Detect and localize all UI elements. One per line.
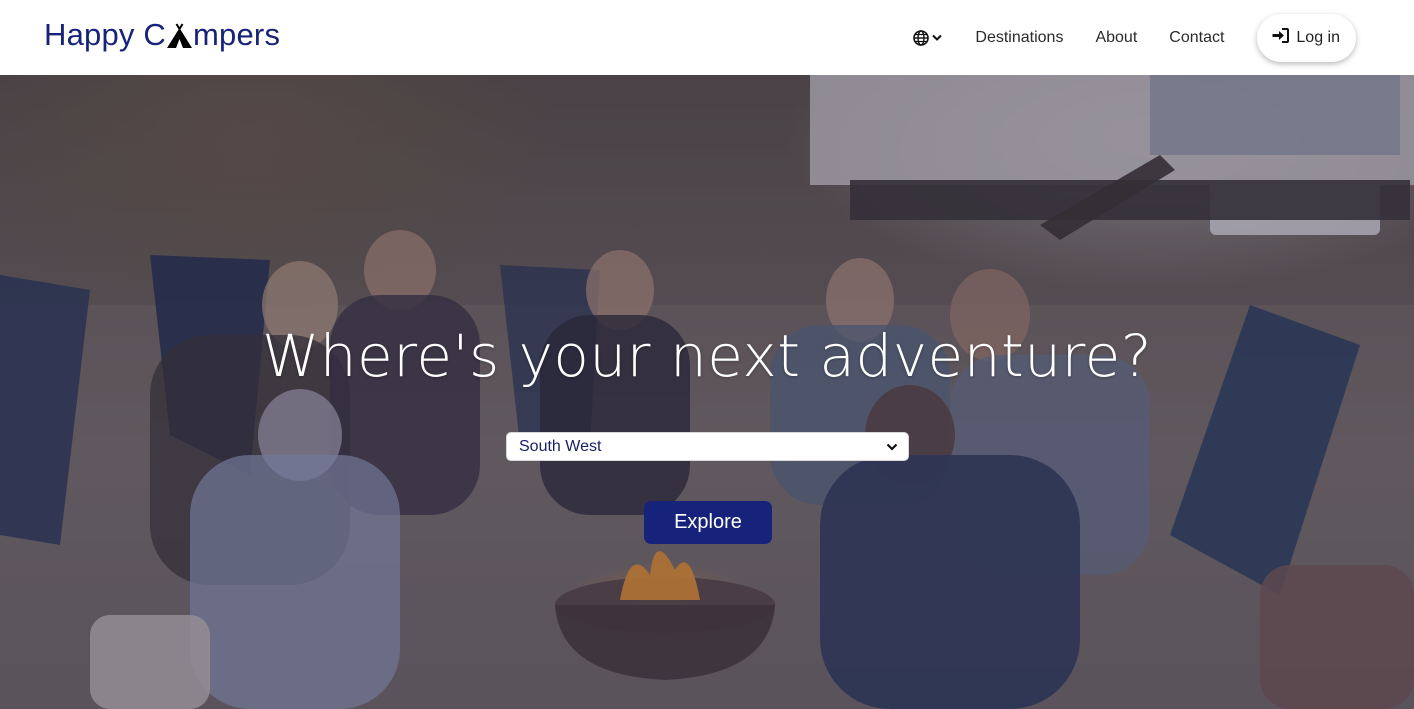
nav-menu: Destinations About Contact Log in — [913, 0, 1356, 75]
hero-section: Where's your next adventure? South West … — [0, 75, 1414, 709]
nav-link-contact[interactable]: Contact — [1169, 28, 1224, 48]
login-button[interactable]: Log in — [1257, 13, 1356, 62]
top-navbar: Happy C mpers Destinations About Contact… — [0, 0, 1414, 75]
hero-headline: Where's your next adventure? — [261, 322, 1153, 390]
brand-name-start: Happy C — [44, 17, 167, 52]
chevron-down-icon — [886, 438, 898, 456]
chevron-down-icon — [932, 34, 943, 42]
explore-button[interactable]: Explore — [644, 501, 772, 544]
region-select-value: South West — [519, 437, 602, 455]
brand-logo-link[interactable]: Happy C mpers — [44, 16, 280, 54]
nav-link-destinations[interactable]: Destinations — [975, 28, 1063, 48]
region-select[interactable]: South West — [506, 432, 909, 461]
globe-icon — [913, 29, 930, 46]
tent-icon — [166, 20, 193, 48]
brand-name-end: mpers — [193, 17, 281, 52]
language-dropdown[interactable] — [913, 29, 943, 46]
login-label: Log in — [1296, 28, 1340, 46]
sign-in-icon — [1272, 27, 1290, 48]
hero-content: Where's your next adventure? South West … — [0, 75, 1414, 709]
nav-link-about[interactable]: About — [1095, 28, 1137, 48]
